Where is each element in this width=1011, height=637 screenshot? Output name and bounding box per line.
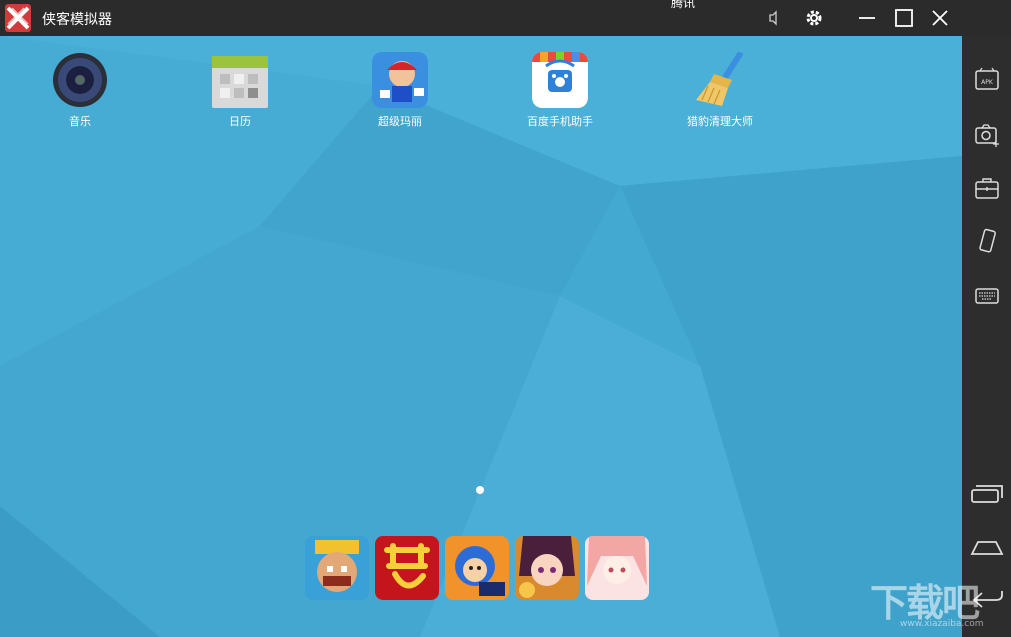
recent-apps-icon: [971, 485, 1003, 503]
dock-app-clash-royale[interactable]: [305, 536, 369, 600]
svg-text:APK: APK: [981, 79, 994, 86]
rotate-screen-button[interactable]: [974, 228, 1000, 254]
window-center-title: 腾讯: [671, 0, 696, 10]
home-button[interactable]: [970, 534, 1004, 560]
baidu-assistant-icon: [532, 52, 588, 108]
right-toolbar: APK: [962, 36, 1011, 637]
close-button[interactable]: [928, 6, 952, 30]
title-bar: 侠客模拟器 腾讯: [0, 0, 1011, 36]
recent-apps-button[interactable]: [970, 481, 1004, 507]
app-label: 百度手机助手: [527, 115, 593, 128]
volume-icon[interactable]: [762, 6, 786, 30]
app-super-mario[interactable]: 超级玛丽: [350, 52, 450, 129]
calendar-icon: [212, 52, 268, 108]
app-baidu-assistant[interactable]: 百度手机助手: [510, 52, 610, 129]
broom-icon: [692, 52, 748, 108]
install-apk-button[interactable]: APK: [974, 67, 1000, 93]
settings-gear-icon[interactable]: [802, 6, 826, 30]
girl-game-icon: [515, 536, 579, 600]
dock-app-girl-game[interactable]: [515, 536, 579, 600]
app-title: 侠客模拟器: [42, 12, 112, 28]
screenshot-button[interactable]: [974, 122, 1000, 148]
cartoon-game-icon: [445, 536, 509, 600]
dock-app-cartoon-game[interactable]: [445, 536, 509, 600]
minimize-button[interactable]: [855, 6, 879, 30]
rotate-phone-icon: [979, 228, 996, 253]
camera-icon: [975, 124, 999, 147]
app-music[interactable]: 音乐: [30, 52, 130, 129]
home-icon: [970, 541, 1004, 555]
watermark-site: www.xiazaiba.com: [900, 619, 984, 629]
app-logo-icon: [5, 4, 31, 32]
app-label: 日历: [229, 115, 251, 128]
clash-royale-icon: [305, 536, 369, 600]
app-clean-master[interactable]: 猎豹清理大师: [670, 52, 770, 129]
music-speaker-icon: [52, 52, 108, 108]
app-label: 猎豹清理大师: [687, 115, 753, 128]
keyboard-icon: [975, 288, 999, 304]
toolbox-button[interactable]: [974, 175, 1000, 201]
app-label: 音乐: [69, 115, 91, 128]
dock-app-anime-game[interactable]: [585, 536, 649, 600]
dock-app-menghuan[interactable]: [375, 536, 439, 600]
apk-icon: APK: [975, 67, 999, 90]
super-mario-icon: [372, 52, 428, 108]
briefcase-icon: [975, 178, 999, 199]
maximize-button[interactable]: [892, 6, 916, 30]
page-indicator-dot: [476, 486, 484, 494]
app-calendar[interactable]: 日历: [190, 52, 290, 129]
keyboard-button[interactable]: [974, 283, 1000, 309]
menghuan-icon: [375, 536, 439, 600]
anime-game-icon: [585, 536, 649, 600]
app-label: 超级玛丽: [378, 115, 422, 128]
android-home-screen: 音乐 日历 超级玛丽 百度手机助手 猎豹清理大师: [0, 36, 962, 637]
